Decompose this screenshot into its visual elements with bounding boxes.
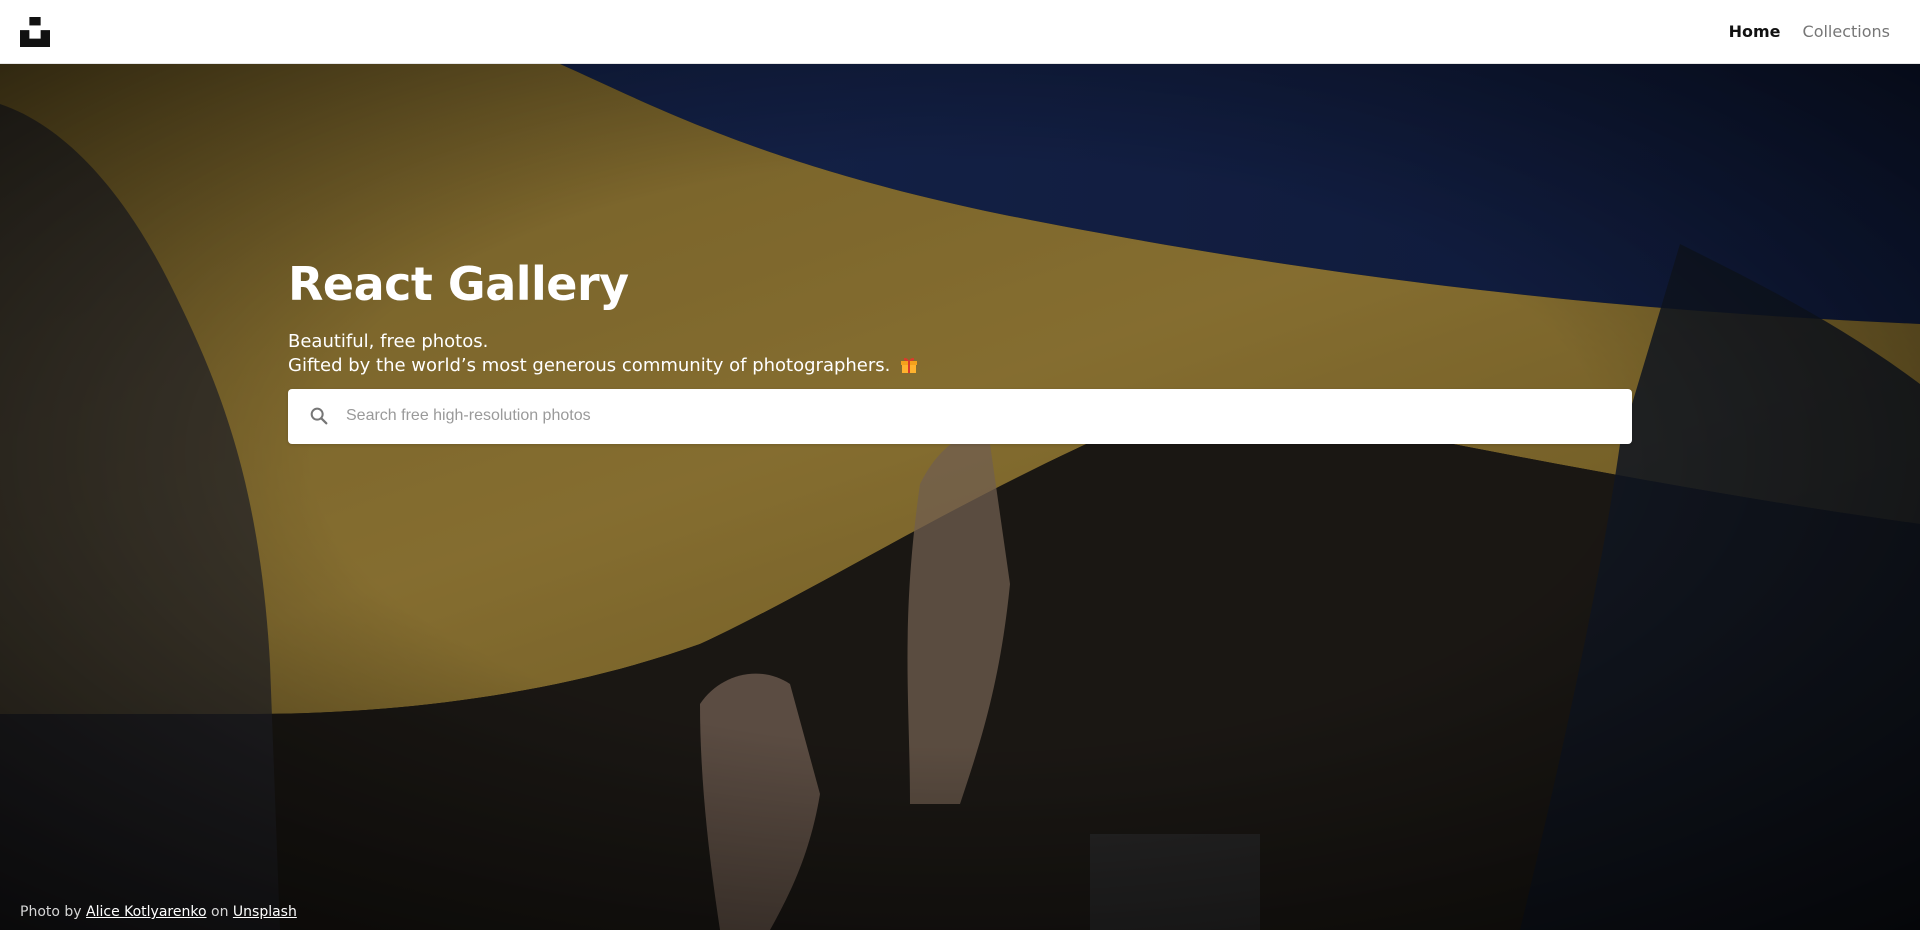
credit-middle: on [211,904,229,920]
credit-site-link[interactable]: Unsplash [233,904,297,920]
hero-section: React Gallery Beautiful, free photos. Gi… [0,64,1920,930]
page-title: React Gallery [288,257,629,311]
credit-author-link[interactable]: Alice Kotlyarenko [86,904,207,920]
credit-prefix: Photo by [20,904,82,920]
search-input[interactable] [346,407,1612,426]
unsplash-logo-icon[interactable] [20,16,50,47]
gift-icon [901,357,918,373]
nav-link-home[interactable]: Home [1729,22,1781,41]
top-navbar: Home Collections [0,0,1920,64]
hero-overlay [0,64,1920,930]
hero-subtitle: Beautiful, free photos. Gifted by the wo… [288,330,1632,378]
subtitle-line-1: Beautiful, free photos. [288,330,489,352]
nav-link-collections[interactable]: Collections [1803,22,1890,41]
hero-content: React Gallery Beautiful, free photos. Gi… [288,259,1632,444]
search-bar[interactable] [288,388,1632,444]
search-icon[interactable] [308,405,330,427]
subtitle-line-2: Gifted by the world’s most generous comm… [288,354,1632,378]
photo-credit: Photo by Alice Kotlyarenko on Unsplash [20,904,297,920]
subtitle-line-2-text: Gifted by the world’s most generous comm… [288,354,891,376]
nav-links: Home Collections [1729,22,1890,41]
